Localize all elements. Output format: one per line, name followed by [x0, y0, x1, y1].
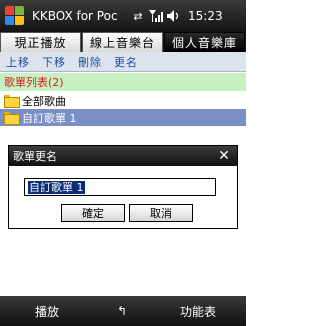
- tab-my-library[interactable]: 個人音樂庫: [164, 32, 245, 52]
- windows-start-icon[interactable]: [4, 5, 26, 27]
- return-icon[interactable]: ↰: [94, 304, 150, 318]
- tab-online-radio[interactable]: 線上音樂台: [82, 32, 163, 52]
- cancel-button[interactable]: 取消: [129, 204, 193, 222]
- tab-now-playing[interactable]: 現正播放: [0, 32, 81, 52]
- dialog-title: 歌單更名: [13, 150, 57, 163]
- playlist-list: 全部歌曲 自訂歌單 1: [0, 92, 246, 126]
- signal-strength-icon[interactable]: [148, 8, 164, 24]
- list-item-label: 全部歌曲: [22, 94, 66, 108]
- list-item[interactable]: 全部歌曲: [0, 92, 246, 109]
- rename-dialog: 歌單更名 ✕ 自訂歌單 1 確定 取消: [8, 145, 238, 229]
- rename-button[interactable]: 更名: [114, 54, 138, 70]
- list-item[interactable]: 自訂歌單 1: [0, 109, 246, 126]
- move-down-button[interactable]: 下移: [42, 54, 66, 70]
- playlist-header: 歌單列表(2): [0, 73, 246, 91]
- close-icon[interactable]: ✕: [216, 148, 232, 164]
- dialog-title-bar: 歌單更名 ✕: [9, 146, 237, 166]
- delete-button[interactable]: 刪除: [78, 54, 102, 70]
- playlist-name-input[interactable]: 自訂歌單 1: [24, 178, 216, 196]
- move-up-button[interactable]: 上移: [6, 54, 30, 70]
- app-title: KKBOX for Poc: [32, 9, 118, 23]
- volume-icon[interactable]: [166, 8, 182, 24]
- folder-icon: [4, 95, 20, 108]
- folder-icon: [4, 112, 20, 125]
- softkey-bar: 播放 ↰ 功能表: [0, 296, 246, 326]
- menu-softkey[interactable]: 功能表: [150, 303, 246, 320]
- playlist-name-value: 自訂歌單 1: [28, 181, 85, 194]
- title-bar: KKBOX for Poc ⇄ 15:23: [0, 0, 246, 32]
- sync-arrows-icon[interactable]: ⇄: [130, 8, 146, 24]
- action-toolbar: 上移 下移 刪除 更名: [0, 52, 246, 72]
- ok-button[interactable]: 確定: [61, 204, 125, 222]
- status-icons: ⇄: [130, 8, 184, 24]
- clock[interactable]: 15:23: [188, 9, 223, 23]
- play-softkey[interactable]: 播放: [0, 303, 94, 320]
- list-item-label: 自訂歌單 1: [22, 111, 77, 125]
- main-tabs: 現正播放 線上音樂台 個人音樂庫: [0, 32, 246, 52]
